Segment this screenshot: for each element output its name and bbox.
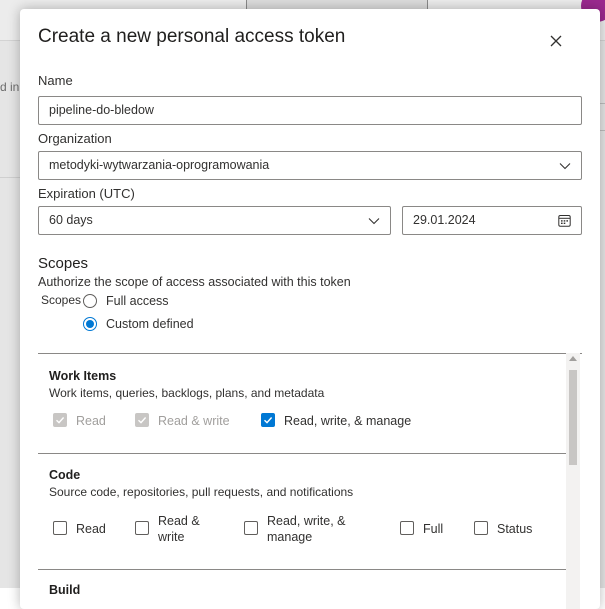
scopes-heading: Scopes xyxy=(38,255,89,272)
checkbox[interactable] xyxy=(135,413,149,427)
section-title-code: Code xyxy=(49,468,81,482)
checkbox[interactable] xyxy=(53,413,67,427)
scroll-up-arrow-icon[interactable] xyxy=(569,356,577,361)
section-title-build: Build xyxy=(49,583,81,597)
checkbox-work-items-manage[interactable]: Read, write, & manage xyxy=(261,413,411,429)
checkbox[interactable] xyxy=(400,521,414,535)
checkbox-label: Read xyxy=(76,414,106,428)
checkbox-label: Read & write xyxy=(158,414,230,428)
radio-label: Full access xyxy=(106,294,169,308)
section-description: Work items, queries, backlogs, plans, an… xyxy=(49,386,325,400)
expiration-dropdown[interactable]: 60 days xyxy=(38,206,391,235)
name-value: pipeline-do-bledow xyxy=(49,103,154,117)
checkbox[interactable] xyxy=(244,521,258,535)
radio-button-selected[interactable] xyxy=(83,317,97,331)
checkbox-code-status[interactable]: Status xyxy=(474,521,532,537)
scopes-list[interactable]: Work Items Work items, queries, backlogs… xyxy=(38,353,582,609)
checkbox-label-line2: manage xyxy=(267,530,313,544)
section-title-work-items: Work Items xyxy=(49,369,117,383)
radio-label: Custom defined xyxy=(106,317,194,331)
background-text: d in xyxy=(0,80,20,94)
checkbox[interactable] xyxy=(53,521,67,535)
dialog-title: Create a new personal access token xyxy=(38,26,346,47)
organization-label: Organization xyxy=(38,131,112,146)
scopes-description: Authorize the scope of access associated… xyxy=(38,275,351,289)
checkbox-label-line1: Read & xyxy=(158,514,200,528)
checkbox[interactable] xyxy=(135,521,149,535)
section-divider xyxy=(38,569,568,570)
checkbox-label: Status xyxy=(497,522,533,536)
checkbox-code-full[interactable]: Full xyxy=(400,521,443,537)
chevron-down-icon xyxy=(368,218,380,225)
checkbox-work-items-read-write[interactable]: Read & write xyxy=(135,413,230,429)
checkbox-label: Read & write xyxy=(158,513,200,545)
checkbox-work-items-read[interactable]: Read xyxy=(53,413,106,429)
checkbox-label-line1: Read, write, & xyxy=(267,514,346,528)
checkbox-label: Read, write, & manage xyxy=(267,513,346,545)
checkbox-label: Read, write, & manage xyxy=(284,414,412,428)
scopes-scrollbar[interactable] xyxy=(566,353,580,609)
expiration-date: 29.01.2024 xyxy=(413,213,476,227)
section-description: Source code, repositories, pull requests… xyxy=(49,485,354,499)
expiration-label: Expiration (UTC) xyxy=(38,186,135,201)
checkbox-label: Full xyxy=(423,522,444,536)
expiration-value: 60 days xyxy=(49,213,93,227)
checkbox[interactable] xyxy=(474,521,488,535)
name-input[interactable]: pipeline-do-bledow xyxy=(38,96,582,125)
background-divider-2 xyxy=(0,177,20,178)
organization-value: metodyki-wytwarzania-oprogramowania xyxy=(49,158,270,172)
name-label: Name xyxy=(38,73,73,88)
close-icon[interactable] xyxy=(546,31,566,51)
expiration-date-picker[interactable]: 29.01.2024 xyxy=(402,206,582,235)
radio-full-access[interactable]: Full access xyxy=(83,294,169,308)
checkbox-code-read-write[interactable]: Read & write xyxy=(135,513,200,545)
checkbox-checked[interactable] xyxy=(261,413,275,427)
radio-custom-defined[interactable]: Custom defined xyxy=(83,317,194,331)
create-token-dialog: Create a new personal access token Name … xyxy=(20,9,600,609)
section-divider xyxy=(38,453,568,454)
radio-button[interactable] xyxy=(83,294,97,308)
organization-dropdown[interactable]: metodyki-wytwarzania-oprogramowania xyxy=(38,151,582,180)
chevron-down-icon xyxy=(559,163,571,170)
calendar-icon xyxy=(558,215,571,227)
checkbox-label-line2: write xyxy=(158,530,185,544)
checkbox-code-manage[interactable]: Read, write, & manage xyxy=(244,513,346,545)
checkbox-code-read[interactable]: Read xyxy=(53,521,106,537)
scroll-thumb[interactable] xyxy=(569,370,577,465)
checkbox-label: Read xyxy=(76,522,106,536)
scopes-radio-label: Scopes xyxy=(41,293,82,307)
